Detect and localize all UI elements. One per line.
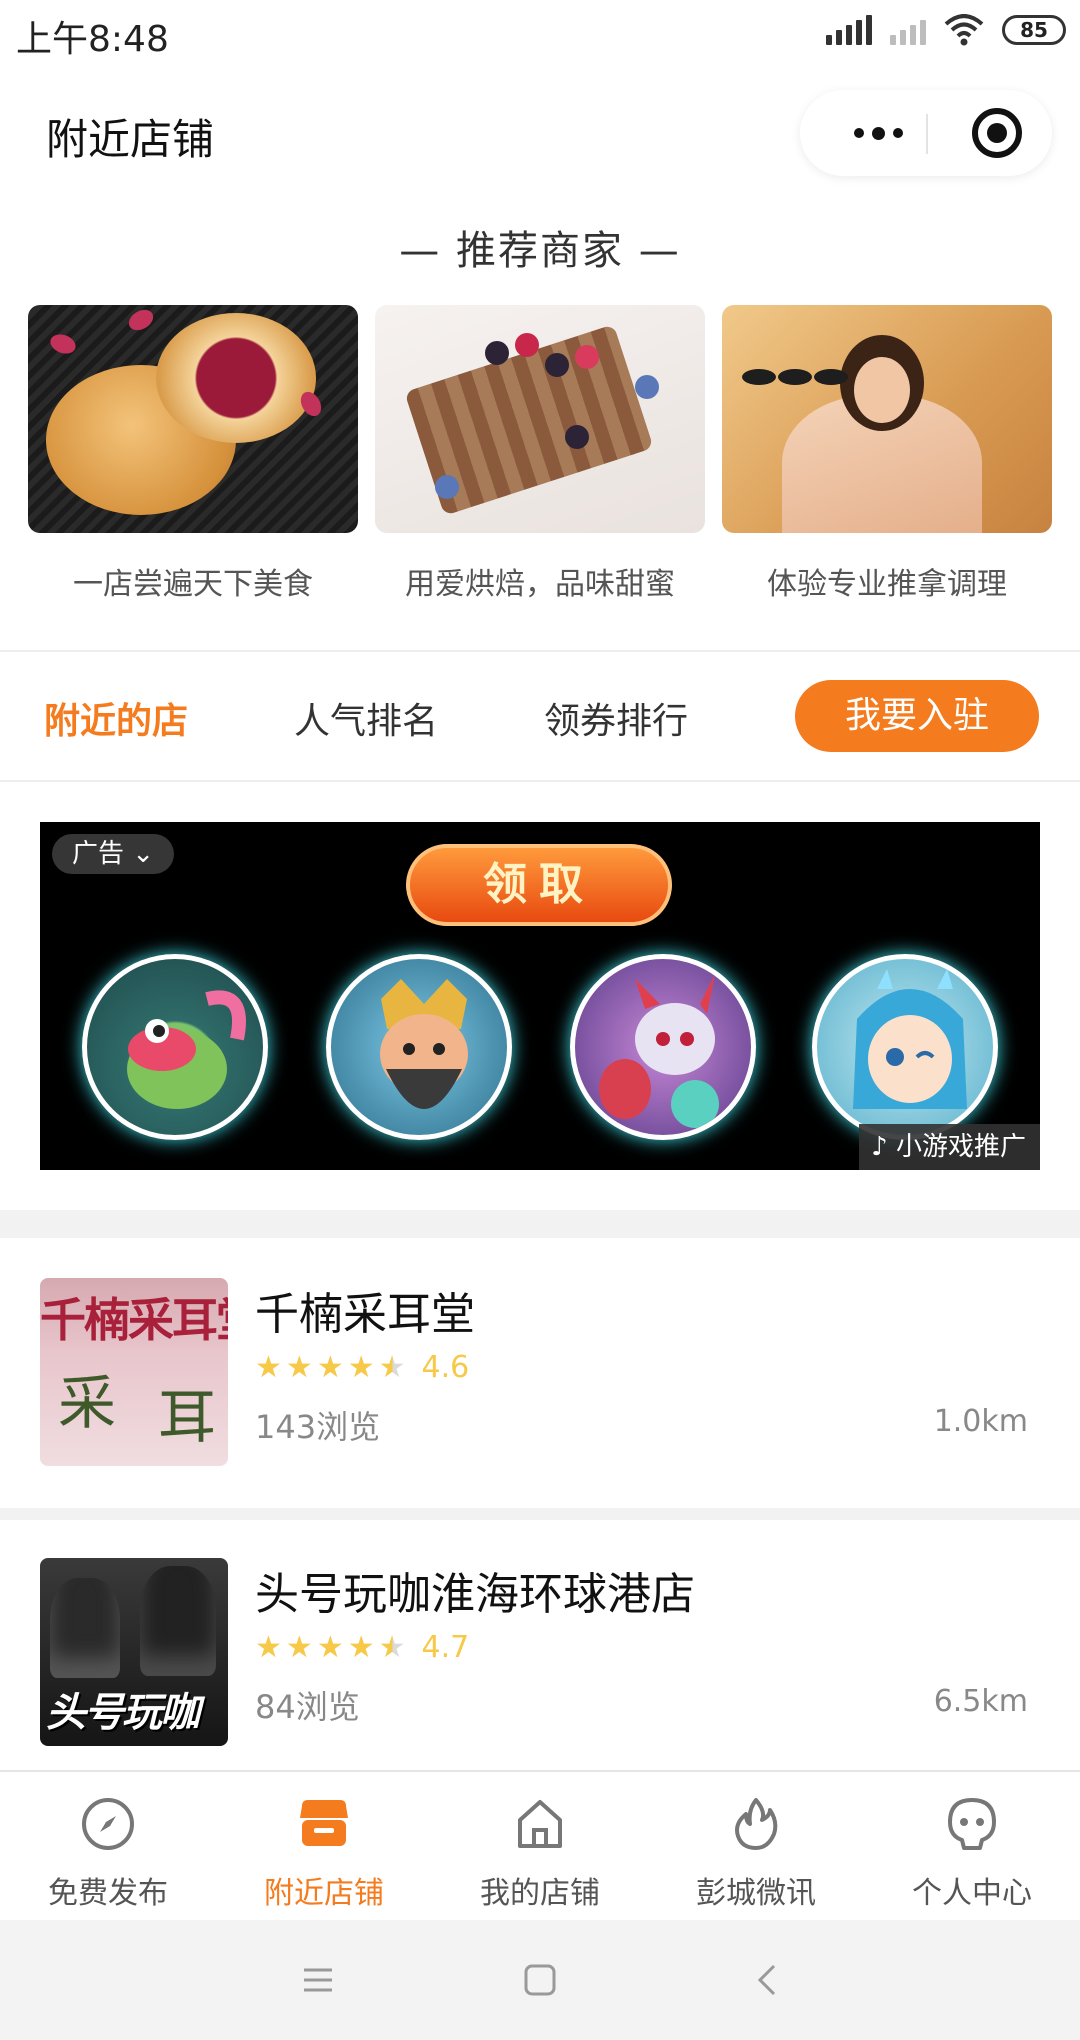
wifi-icon [944,14,984,46]
recommend-caption: 体验专业推拿调理 [767,567,1007,602]
star-icon: ★ [347,1630,375,1665]
nav-label: 我的店铺 [480,1876,600,1911]
spa-image [722,305,1052,533]
game-avatar[interactable] [326,954,512,1140]
nav-label: 免费发布 [48,1876,168,1911]
tab-bar: 附近的店 人气排名 领券排行 我要入驻 [0,652,1080,780]
shop-rating: ★ ★ ★ ★ ★ 4.7 [255,1630,469,1665]
shop-distance: 1.0km [933,1404,1028,1439]
shop-thumbnail: 千楠采耳堂 采 耳 [40,1278,228,1466]
game-avatar[interactable] [570,954,756,1140]
pastry-image [28,305,358,533]
ad-banner[interactable]: 广告 ⌄ 领取 ♪ 小游戏推广 [40,822,1040,1170]
recommend-cards: 一店尝遍天下美食 用爱烘焙，品味甜蜜 体验专业推拿调理 [28,305,1052,605]
recommend-caption: 一店尝遍天下美食 [73,567,313,602]
recommend-card[interactable]: 一店尝遍天下美食 [28,305,358,603]
nav-my-shop[interactable]: 我的店铺 [432,1772,648,1922]
nav-label: 个人中心 [912,1876,1032,1911]
nav-profile[interactable]: 个人中心 [864,1772,1080,1922]
rating-value: 4.6 [421,1350,470,1385]
tab-popular[interactable]: 人气排名 [294,692,438,744]
back-icon[interactable] [748,1960,788,2000]
bottom-nav: 免费发布 附近店铺 我的店铺 彭城微讯 个人中心 [0,1770,1080,1920]
store-icon [300,1800,348,1846]
game-avatar[interactable] [812,954,998,1140]
star-icon: ★ [285,1630,313,1665]
half-star-icon: ★ [378,1630,406,1665]
star-icon: ★ [255,1630,282,1665]
claim-button[interactable]: 领取 [406,844,672,926]
face-icon [948,1798,996,1850]
game-avatar[interactable] [82,954,268,1140]
nav-news[interactable]: 彭城微讯 [648,1772,864,1922]
status-icons: 85 [826,14,1066,46]
menu-icon[interactable] [298,1960,338,2000]
home-square-icon[interactable] [520,1960,560,2000]
recommend-card[interactable]: 体验专业推拿调理 [722,305,1052,603]
section-gap [0,1210,1080,1238]
shop-views: 143浏览 [255,1408,381,1446]
recommend-title: — 推荐商家 — [399,228,681,274]
tab-nearby[interactable]: 附近的店 [44,692,188,744]
signal-2-icon [890,15,926,45]
capsule-menu [800,90,1052,176]
compass-icon [82,1798,134,1850]
divider [0,780,1080,782]
close-target-icon[interactable] [972,108,1022,158]
more-icon[interactable] [828,90,928,176]
shop-views: 84浏览 [255,1688,360,1726]
star-icon: ★ [316,1350,344,1385]
shop-rating: ★ ★ ★ ★ ★ 4.6 [255,1350,469,1385]
star-icon: ★ [255,1350,282,1385]
half-star-icon: ★ [378,1350,406,1385]
shop-name: 千楠采耳堂 [255,1289,475,1340]
system-nav [0,1920,1080,2040]
shop-name: 头号玩咖淮海环球港店 [255,1569,695,1620]
shop-item[interactable]: 头号玩咖 头号玩咖淮海环球港店 ★ ★ ★ ★ ★ 4.7 84浏览 6.5km [0,1518,1080,1748]
home-icon [518,1800,562,1848]
tab-coupons[interactable]: 领券排行 [544,692,688,744]
shop-thumbnail: 头号玩咖 [40,1558,228,1746]
mini-game-tag: ♪ 小游戏推广 [859,1124,1040,1170]
nav-nearby-shops[interactable]: 附近店铺 [216,1772,432,1922]
page-title: 附近店铺 [46,115,215,164]
battery-icon: 85 [1002,15,1066,45]
status-bar: 上午8:48 85 [0,0,1080,68]
shop-item[interactable]: 千楠采耳堂 采 耳 千楠采耳堂 ★ ★ ★ ★ ★ 4.6 143浏览 1.0k… [0,1238,1080,1468]
recommend-caption: 用爱烘焙，品味甜蜜 [405,567,675,602]
rating-value: 4.7 [421,1630,470,1665]
music-note-icon: ♪ [871,1132,896,1162]
star-icon: ★ [316,1630,344,1665]
shop-distance: 6.5km [933,1684,1028,1719]
star-icon: ★ [347,1350,375,1385]
waffle-image [375,305,705,533]
nav-label: 附近店铺 [264,1876,384,1911]
join-button[interactable]: 我要入驻 [795,680,1039,752]
status-time: 上午8:48 [16,19,169,60]
chevron-down-icon: ⌄ [124,839,155,869]
nav-label: 彭城微讯 [696,1876,816,1911]
signal-icon [826,15,872,45]
star-icon: ★ [285,1350,313,1385]
nav-free-publish[interactable]: 免费发布 [0,1772,216,1922]
header: 附近店铺 [0,68,1080,198]
recommend-card[interactable]: 用爱烘焙，品味甜蜜 [375,305,705,603]
flame-icon [735,1798,778,1850]
ad-label[interactable]: 广告 ⌄ [52,834,175,874]
capsule-divider [926,114,928,154]
